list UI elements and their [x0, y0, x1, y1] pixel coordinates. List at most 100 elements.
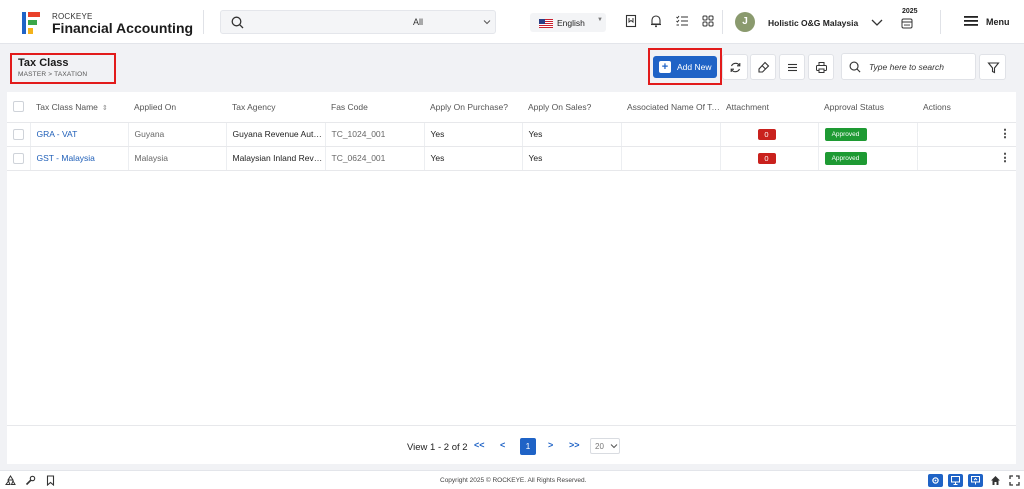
- associated-name-cell: [621, 122, 721, 147]
- more-actions-icon[interactable]: ⋮: [1000, 153, 1011, 164]
- apply-on-purchase-cell: Yes: [424, 122, 523, 147]
- column-settings-button[interactable]: [779, 54, 805, 80]
- search-icon: [231, 16, 244, 29]
- rockeye-logo-icon: [22, 12, 40, 34]
- column-header[interactable]: Applied On: [128, 92, 226, 123]
- gear-icon: [932, 477, 939, 484]
- next-page-button[interactable]: >: [548, 440, 553, 450]
- filter-button[interactable]: [979, 54, 1006, 80]
- home-icon[interactable]: [990, 475, 1001, 486]
- attachment-cell: 0: [720, 122, 819, 147]
- notification-bell-icon[interactable]: [649, 14, 663, 28]
- list-lines-icon: [788, 63, 797, 72]
- company-chevron-down-icon[interactable]: [871, 17, 883, 27]
- column-header[interactable]: Attachment: [720, 92, 818, 123]
- apply-on-purchase-cell: Yes: [424, 146, 523, 171]
- attachment-count-badge[interactable]: 0: [757, 152, 776, 164]
- row-select-cell: [7, 122, 31, 147]
- company-name[interactable]: Holistic O&G Malaysia: [768, 18, 858, 28]
- last-page-button[interactable]: >>: [569, 440, 580, 450]
- plus-icon: +: [659, 61, 671, 73]
- select-all-cell: [7, 92, 30, 123]
- status-badge: Approved: [824, 151, 867, 165]
- more-actions-icon[interactable]: ⋮: [1000, 129, 1011, 140]
- apps-grid-icon[interactable]: [701, 14, 715, 28]
- attachment-count-badge[interactable]: 0: [757, 128, 776, 140]
- menu-button[interactable]: Menu: [986, 17, 1010, 27]
- attachment-cell: 0: [720, 146, 819, 171]
- table-search-input[interactable]: [869, 60, 969, 74]
- add-new-label: Add New: [677, 62, 712, 72]
- associated-name-cell: [621, 146, 721, 171]
- us-flag-icon: [539, 19, 553, 28]
- recycle-icon[interactable]: [5, 475, 16, 486]
- footer: Copyright 2025 © ROCKEYE. All Rights Res…: [0, 470, 1024, 489]
- column-header[interactable]: Approval Status: [818, 92, 917, 123]
- printer-icon: [816, 62, 827, 73]
- hamburger-menu-icon[interactable]: [963, 15, 979, 27]
- sort-icon[interactable]: ⇕: [102, 105, 108, 112]
- tools-icon[interactable]: [25, 475, 36, 486]
- user-avatar[interactable]: J: [735, 12, 755, 32]
- breadcrumb: MASTER > TAXATION: [18, 71, 88, 78]
- settings-button[interactable]: [928, 474, 943, 487]
- approval-status-cell: Approved: [818, 146, 918, 171]
- current-page-button[interactable]: 1: [520, 438, 536, 455]
- status-badge: Approved: [824, 127, 867, 141]
- applied-on-cell: Malaysia: [128, 146, 227, 171]
- applied-on-cell: Guyana: [128, 122, 227, 147]
- language-select[interactable]: English ▼: [530, 13, 606, 32]
- column-header[interactable]: Apply On Purchase?: [424, 92, 522, 123]
- row-checkbox[interactable]: [13, 128, 24, 140]
- search-scope-select[interactable]: All: [413, 17, 423, 27]
- filter-funnel-icon: [987, 62, 1000, 74]
- select-all-checkbox[interactable]: [13, 101, 24, 113]
- column-header[interactable]: Associated Name Of Tax: [621, 92, 720, 123]
- pagination-summary: View 1 - 2 of 2: [407, 442, 468, 453]
- first-page-button[interactable]: <<: [474, 440, 485, 450]
- fas-code-cell: TC_1024_001: [325, 122, 425, 147]
- caret-down-icon: ▼: [597, 17, 603, 23]
- table-row[interactable]: GRA - VAT Guyana Guyana Revenue Authorit…: [7, 122, 1016, 147]
- column-header[interactable]: Fas Code: [325, 92, 424, 123]
- actions-cell: ⋮: [917, 146, 1016, 171]
- column-header[interactable]: Apply On Sales?: [522, 92, 621, 123]
- column-header[interactable]: Tax Agency: [226, 92, 325, 123]
- task-list-icon[interactable]: [675, 14, 689, 28]
- column-label: Tax Class Name: [36, 101, 98, 112]
- approval-status-cell: Approved: [818, 122, 918, 147]
- tax-agency-cell: Malaysian Inland Revenue Board: [226, 146, 326, 171]
- print-button[interactable]: [808, 54, 834, 80]
- add-new-button[interactable]: + Add New: [653, 56, 717, 78]
- apply-on-sales-cell: Yes: [522, 146, 622, 171]
- monitor-button[interactable]: [948, 474, 963, 487]
- table-row[interactable]: GST - Malaysia Malaysia Malaysian Inland…: [7, 146, 1016, 171]
- table-search-box[interactable]: [841, 53, 976, 80]
- fullscreen-icon[interactable]: [1009, 475, 1020, 486]
- screen-share-icon: [971, 476, 980, 485]
- clear-filter-button[interactable]: [750, 54, 776, 80]
- chevron-down-icon: [483, 20, 491, 25]
- tax-agency-cell: Guyana Revenue Authority: [226, 122, 326, 147]
- column-header[interactable]: Tax Class Name ⇕: [30, 92, 128, 123]
- pagination-bar: View 1 - 2 of 2 << < 1 > >> 20: [7, 425, 1016, 463]
- screen-share-button[interactable]: [968, 474, 983, 487]
- tax-class-name-link[interactable]: GRA - VAT: [30, 122, 129, 147]
- calendar-icon[interactable]: [901, 17, 913, 29]
- apply-on-sales-cell: Yes: [522, 122, 622, 147]
- refresh-button[interactable]: [722, 54, 748, 80]
- tax-class-name-link[interactable]: GST - Malaysia: [30, 146, 129, 171]
- bookmark-icon[interactable]: [45, 475, 56, 486]
- tax-class-table: Tax Class Name ⇕ Applied On Tax Agency Fa…: [7, 92, 1016, 171]
- global-search-input[interactable]: All: [220, 10, 496, 34]
- page-size-select[interactable]: 20: [590, 438, 620, 454]
- top-bar: ROCKEYE Financial Accounting All English…: [0, 0, 1024, 44]
- divider: [940, 10, 941, 34]
- fiscal-year-label: 2025: [902, 8, 918, 15]
- prev-page-button[interactable]: <: [500, 440, 505, 450]
- app-title: Financial Accounting: [52, 20, 194, 36]
- copyright-text: Copyright 2025 © ROCKEYE. All Rights Res…: [440, 477, 587, 484]
- row-checkbox[interactable]: [13, 152, 24, 164]
- bookmark-icon[interactable]: [624, 14, 638, 28]
- divider: [203, 10, 204, 34]
